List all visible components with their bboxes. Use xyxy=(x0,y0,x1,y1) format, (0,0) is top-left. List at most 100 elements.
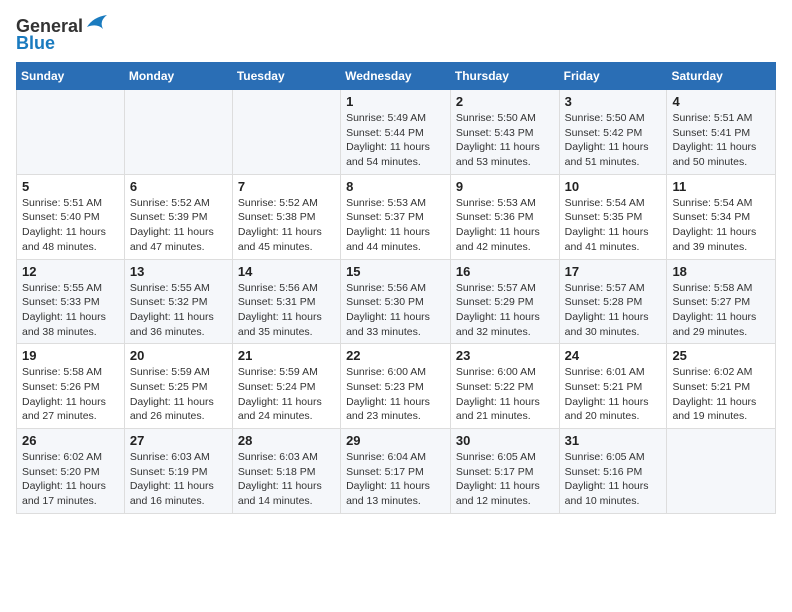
calendar-empty-cell xyxy=(667,429,776,514)
weekday-header-tuesday: Tuesday xyxy=(232,63,340,90)
day-number: 6 xyxy=(130,179,227,194)
calendar-day-7: 7Sunrise: 5:52 AMSunset: 5:38 PMDaylight… xyxy=(232,174,340,259)
day-info: Sunrise: 6:00 AMSunset: 5:22 PMDaylight:… xyxy=(456,365,554,424)
day-info: Sunrise: 5:56 AMSunset: 5:31 PMDaylight:… xyxy=(238,281,335,340)
weekday-header-friday: Friday xyxy=(559,63,667,90)
calendar-day-22: 22Sunrise: 6:00 AMSunset: 5:23 PMDayligh… xyxy=(341,344,451,429)
day-number: 8 xyxy=(346,179,445,194)
calendar-day-12: 12 Sunrise: 5:55 AMSunset: 5:33 PMDayligh… xyxy=(17,259,125,344)
day-info: Sunrise: 5:56 AMSunset: 5:30 PMDaylight:… xyxy=(346,281,445,340)
day-info: Sunrise: 6:05 AMSunset: 5:16 PMDaylight:… xyxy=(565,450,662,509)
day-number: 13 xyxy=(130,264,227,279)
calendar-day-19: 19 Sunrise: 5:58 AMSunset: 5:26 PMDayligh… xyxy=(17,344,125,429)
calendar-day-25: 25Sunrise: 6:02 AMSunset: 5:21 PMDayligh… xyxy=(667,344,776,429)
calendar-day-20: 20 Sunrise: 5:59 AMSunset: 5:25 PMDayligh… xyxy=(124,344,232,429)
day-number: 30 xyxy=(456,433,554,448)
day-info: Sunrise: 5:52 AMSunset: 5:38 PMDaylight:… xyxy=(238,196,335,255)
calendar-day-2: 2 Sunrise: 5:50 AMSunset: 5:43 PMDaylight… xyxy=(450,90,559,175)
day-number: 20 xyxy=(130,348,227,363)
calendar-day-30: 30 Sunrise: 6:05 AMSunset: 5:17 PMDayligh… xyxy=(450,429,559,514)
day-info: Sunrise: 6:00 AMSunset: 5:23 PMDaylight:… xyxy=(346,365,445,424)
calendar-week-row: 1Sunrise: 5:49 AMSunset: 5:44 PMDaylight… xyxy=(17,90,776,175)
calendar-day-17: 17 Sunrise: 5:57 AMSunset: 5:28 PMDayligh… xyxy=(559,259,667,344)
calendar-day-5: 5Sunrise: 5:51 AMSunset: 5:40 PMDaylight… xyxy=(17,174,125,259)
calendar-day-26: 26Sunrise: 6:02 AMSunset: 5:20 PMDayligh… xyxy=(17,429,125,514)
day-number: 11 xyxy=(672,179,770,194)
day-info: Sunrise: 5:57 AMSunset: 5:29 PMDaylight:… xyxy=(456,281,554,340)
day-number: 18 xyxy=(672,264,770,279)
day-number: 9 xyxy=(456,179,554,194)
calendar-day-16: 16 Sunrise: 5:57 AMSunset: 5:29 PMDayligh… xyxy=(450,259,559,344)
logo: General Blue xyxy=(16,16,107,54)
day-number: 21 xyxy=(238,348,335,363)
calendar-day-6: 6 Sunrise: 5:52 AMSunset: 5:39 PMDaylight… xyxy=(124,174,232,259)
calendar-week-row: 26Sunrise: 6:02 AMSunset: 5:20 PMDayligh… xyxy=(17,429,776,514)
day-info: Sunrise: 5:54 AMSunset: 5:34 PMDaylight:… xyxy=(672,196,770,255)
calendar-day-18: 18 Sunrise: 5:58 AMSunset: 5:27 PMDayligh… xyxy=(667,259,776,344)
calendar-day-1: 1Sunrise: 5:49 AMSunset: 5:44 PMDaylight… xyxy=(341,90,451,175)
calendar-week-row: 12 Sunrise: 5:55 AMSunset: 5:33 PMDayligh… xyxy=(17,259,776,344)
calendar-empty-cell xyxy=(232,90,340,175)
weekday-header-saturday: Saturday xyxy=(667,63,776,90)
weekday-header-thursday: Thursday xyxy=(450,63,559,90)
day-info: Sunrise: 5:59 AMSunset: 5:25 PMDaylight:… xyxy=(130,365,227,424)
day-info: Sunrise: 5:55 AMSunset: 5:32 PMDaylight:… xyxy=(130,281,227,340)
day-info: Sunrise: 6:03 AMSunset: 5:18 PMDaylight:… xyxy=(238,450,335,509)
day-info: Sunrise: 5:54 AMSunset: 5:35 PMDaylight:… xyxy=(565,196,662,255)
weekday-header-monday: Monday xyxy=(124,63,232,90)
day-info: Sunrise: 5:58 AMSunset: 5:26 PMDaylight:… xyxy=(22,365,119,424)
day-number: 25 xyxy=(672,348,770,363)
day-info: Sunrise: 5:53 AMSunset: 5:36 PMDaylight:… xyxy=(456,196,554,255)
day-number: 15 xyxy=(346,264,445,279)
day-info: Sunrise: 5:58 AMSunset: 5:27 PMDaylight:… xyxy=(672,281,770,340)
calendar-day-31: 31Sunrise: 6:05 AMSunset: 5:16 PMDayligh… xyxy=(559,429,667,514)
calendar-week-row: 19 Sunrise: 5:58 AMSunset: 5:26 PMDayligh… xyxy=(17,344,776,429)
calendar-day-9: 9 Sunrise: 5:53 AMSunset: 5:36 PMDaylight… xyxy=(450,174,559,259)
calendar-day-23: 23 Sunrise: 6:00 AMSunset: 5:22 PMDayligh… xyxy=(450,344,559,429)
calendar-day-13: 13 Sunrise: 5:55 AMSunset: 5:32 PMDayligh… xyxy=(124,259,232,344)
calendar-empty-cell xyxy=(17,90,125,175)
calendar-week-row: 5Sunrise: 5:51 AMSunset: 5:40 PMDaylight… xyxy=(17,174,776,259)
day-number: 23 xyxy=(456,348,554,363)
calendar-header-row: SundayMondayTuesdayWednesdayThursdayFrid… xyxy=(17,63,776,90)
day-info: Sunrise: 5:49 AMSunset: 5:44 PMDaylight:… xyxy=(346,111,445,170)
calendar-empty-cell xyxy=(124,90,232,175)
day-info: Sunrise: 5:55 AMSunset: 5:33 PMDaylight:… xyxy=(22,281,119,340)
calendar-day-14: 14 Sunrise: 5:56 AMSunset: 5:31 PMDayligh… xyxy=(232,259,340,344)
day-number: 16 xyxy=(456,264,554,279)
day-info: Sunrise: 5:52 AMSunset: 5:39 PMDaylight:… xyxy=(130,196,227,255)
calendar-day-3: 3Sunrise: 5:50 AMSunset: 5:42 PMDaylight… xyxy=(559,90,667,175)
day-info: Sunrise: 5:53 AMSunset: 5:37 PMDaylight:… xyxy=(346,196,445,255)
day-number: 10 xyxy=(565,179,662,194)
weekday-header-wednesday: Wednesday xyxy=(341,63,451,90)
calendar-day-8: 8 Sunrise: 5:53 AMSunset: 5:37 PMDaylight… xyxy=(341,174,451,259)
day-number: 19 xyxy=(22,348,119,363)
logo-bird-icon xyxy=(85,15,107,31)
calendar-day-11: 11 Sunrise: 5:54 AMSunset: 5:34 PMDayligh… xyxy=(667,174,776,259)
day-number: 3 xyxy=(565,94,662,109)
day-number: 14 xyxy=(238,264,335,279)
day-number: 17 xyxy=(565,264,662,279)
day-number: 2 xyxy=(456,94,554,109)
calendar-day-4: 4Sunrise: 5:51 AMSunset: 5:41 PMDaylight… xyxy=(667,90,776,175)
logo-blue: Blue xyxy=(16,33,55,54)
day-number: 27 xyxy=(130,433,227,448)
day-info: Sunrise: 6:05 AMSunset: 5:17 PMDaylight:… xyxy=(456,450,554,509)
day-number: 29 xyxy=(346,433,445,448)
calendar-day-15: 15 Sunrise: 5:56 AMSunset: 5:30 PMDayligh… xyxy=(341,259,451,344)
calendar-day-21: 21Sunrise: 5:59 AMSunset: 5:24 PMDayligh… xyxy=(232,344,340,429)
day-info: Sunrise: 5:50 AMSunset: 5:43 PMDaylight:… xyxy=(456,111,554,170)
day-info: Sunrise: 5:57 AMSunset: 5:28 PMDaylight:… xyxy=(565,281,662,340)
calendar-day-28: 28 Sunrise: 6:03 AMSunset: 5:18 PMDayligh… xyxy=(232,429,340,514)
calendar-day-29: 29 Sunrise: 6:04 AMSunset: 5:17 PMDayligh… xyxy=(341,429,451,514)
calendar-day-27: 27Sunrise: 6:03 AMSunset: 5:19 PMDayligh… xyxy=(124,429,232,514)
day-info: Sunrise: 5:51 AMSunset: 5:40 PMDaylight:… xyxy=(22,196,119,255)
day-info: Sunrise: 6:01 AMSunset: 5:21 PMDaylight:… xyxy=(565,365,662,424)
page-header: General Blue xyxy=(16,16,776,54)
day-number: 24 xyxy=(565,348,662,363)
day-number: 26 xyxy=(22,433,119,448)
calendar-table: SundayMondayTuesdayWednesdayThursdayFrid… xyxy=(16,62,776,514)
day-number: 12 xyxy=(22,264,119,279)
day-info: Sunrise: 6:04 AMSunset: 5:17 PMDaylight:… xyxy=(346,450,445,509)
day-number: 28 xyxy=(238,433,335,448)
